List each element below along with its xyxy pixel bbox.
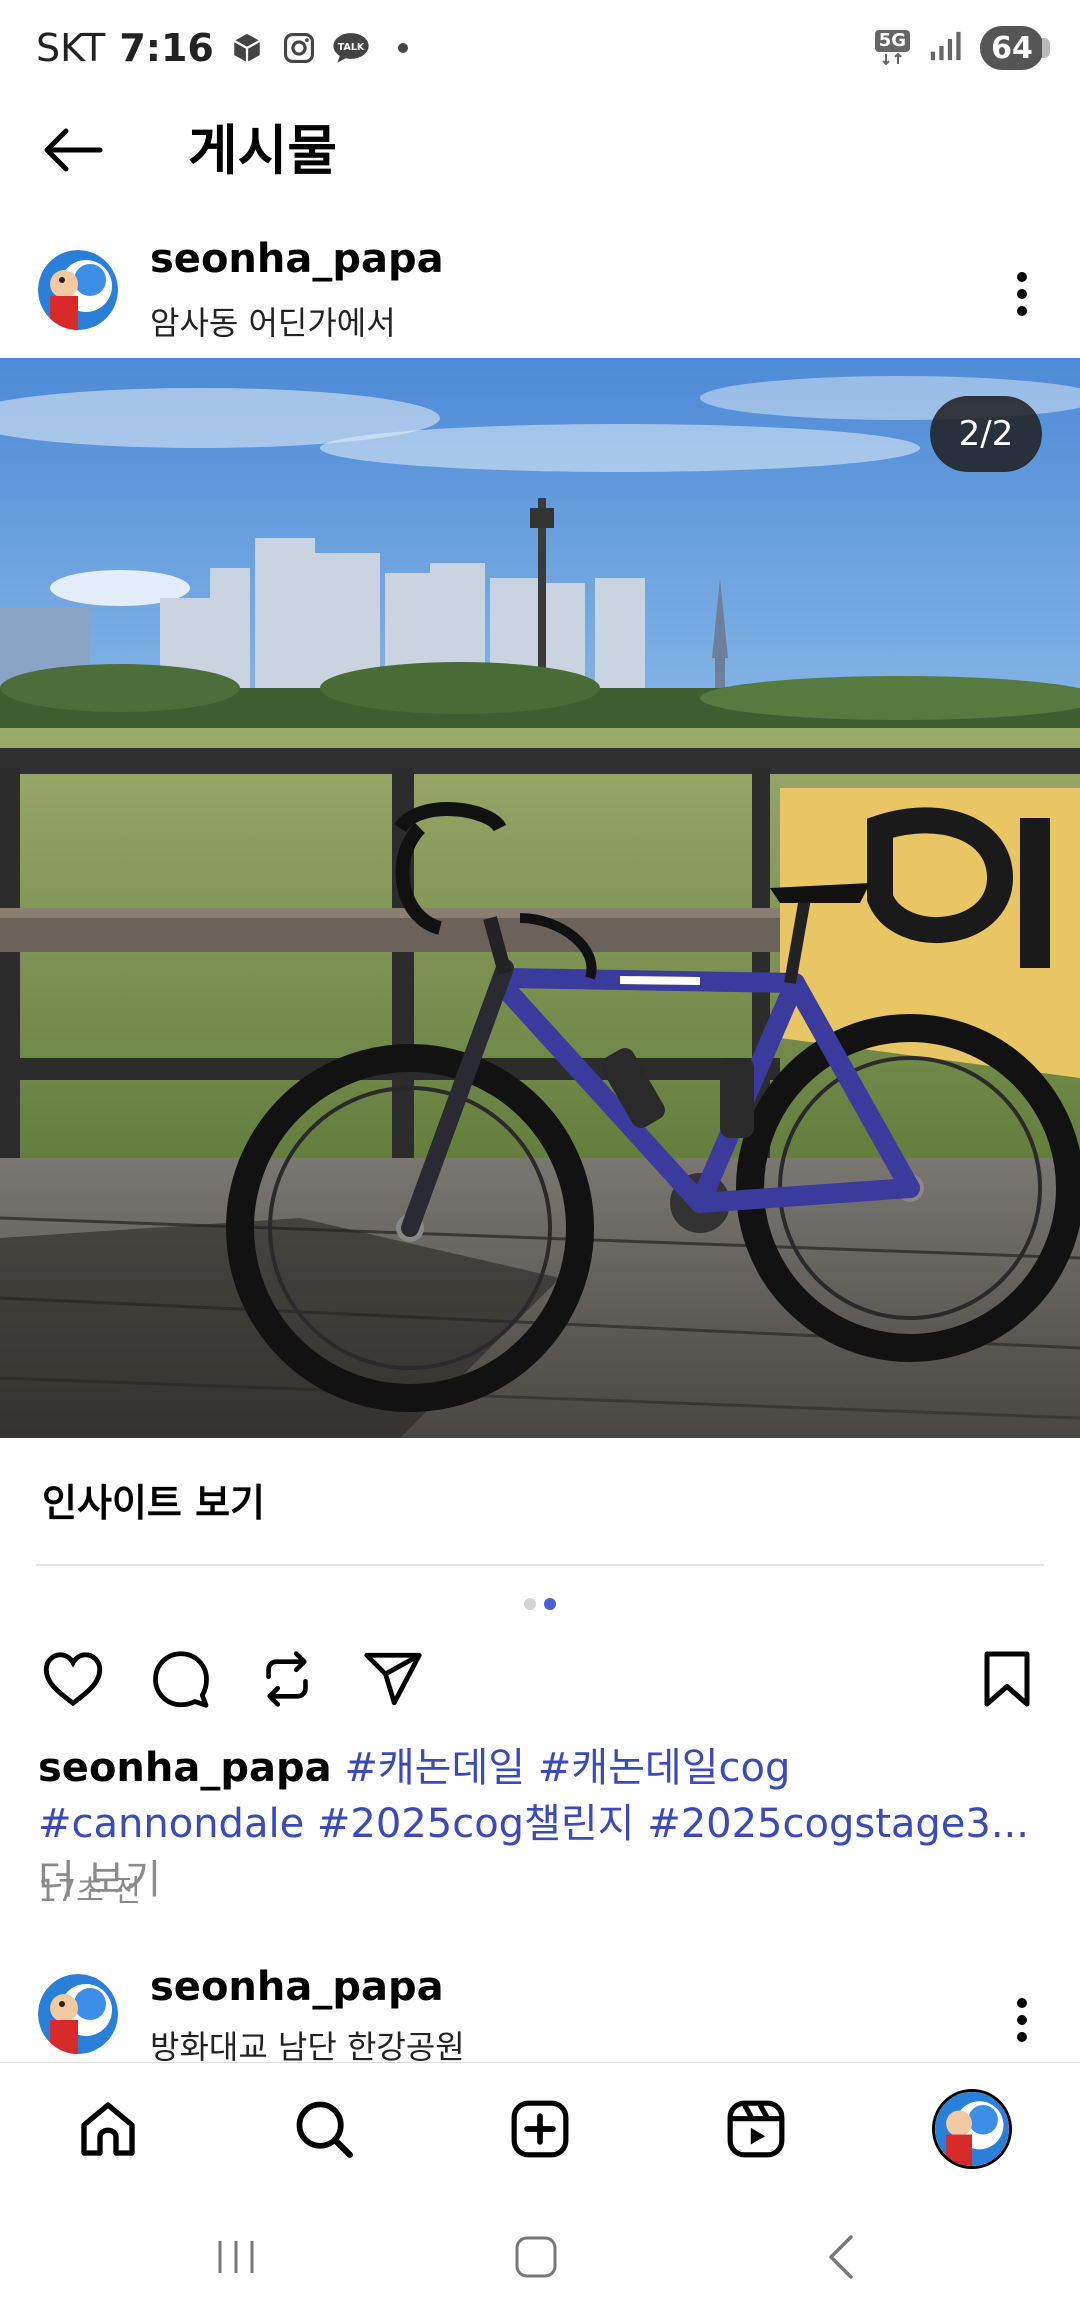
- svg-text:TALK: TALK: [338, 42, 365, 53]
- create-icon: [511, 2100, 569, 2158]
- post-actions: [0, 1640, 1080, 1720]
- back-system-button[interactable]: [800, 2222, 880, 2292]
- more-options-button[interactable]: [1002, 1990, 1042, 2050]
- caption-ellipsis: ...: [990, 1801, 1029, 1847]
- share-icon: [364, 1652, 422, 1706]
- bookmark-button[interactable]: [972, 1644, 1042, 1714]
- avatar[interactable]: [38, 1974, 118, 2054]
- status-left: SKT 7:16 TALK: [36, 26, 408, 70]
- home-square-icon: [515, 2236, 557, 2278]
- hashtag[interactable]: #캐논데일cog: [538, 1745, 791, 1791]
- nav-home[interactable]: [68, 2089, 148, 2169]
- reels-icon: [727, 2100, 785, 2158]
- network-5g-icon: 5G: [874, 30, 910, 66]
- carrier-label: SKT: [36, 26, 106, 70]
- status-right: 5G 64: [874, 26, 1050, 70]
- heart-icon: [43, 1652, 103, 1707]
- hashtag[interactable]: #캐논데일: [344, 1745, 525, 1791]
- avatar[interactable]: [38, 250, 118, 330]
- like-button[interactable]: [38, 1644, 108, 1714]
- signal-icon: [928, 29, 962, 67]
- carousel-indicator: [0, 1598, 1080, 1610]
- more-vertical-icon: [1017, 272, 1027, 316]
- nav-search[interactable]: [284, 2089, 364, 2169]
- clock: 7:16: [119, 26, 214, 70]
- hashtag[interactable]: #2025cogstage3: [647, 1801, 991, 1847]
- repost-button[interactable]: [252, 1644, 322, 1714]
- post-photo[interactable]: 2/2: [0, 358, 1080, 1438]
- carousel-dot: [524, 1598, 536, 1610]
- hashtag[interactable]: #cannondale: [38, 1801, 304, 1847]
- comment-button[interactable]: [146, 1644, 216, 1714]
- bookmark-icon: [984, 1651, 1030, 1707]
- more-vertical-icon: [1017, 1998, 1027, 2042]
- home-system-button[interactable]: [496, 2222, 576, 2292]
- post-username[interactable]: seonha_papa: [150, 236, 444, 282]
- railing: [0, 748, 1080, 774]
- box-app-icon: [228, 29, 266, 67]
- recent-apps-icon: [218, 2241, 254, 2273]
- search-icon: [296, 2101, 353, 2158]
- carousel-dot-active: [544, 1598, 556, 1610]
- instagram-icon: [280, 29, 318, 67]
- page-title: 게시물: [188, 119, 338, 182]
- bottom-nav: [0, 2062, 1080, 2192]
- status-bar: SKT 7:16 TALK 5G 64: [0, 0, 1080, 96]
- image-counter-badge: 2/2: [930, 396, 1042, 472]
- comment-icon: [153, 1651, 209, 1708]
- more-options-button[interactable]: [1002, 264, 1042, 324]
- battery-indicator: 64: [980, 26, 1050, 70]
- notification-dot: [397, 43, 408, 53]
- post-caption: seonha_papa #캐논데일 #캐논데일cog #cannondale #…: [38, 1740, 1058, 1908]
- network-label: 5G: [874, 30, 910, 52]
- post-location[interactable]: 암사동 어딘가에서: [150, 298, 396, 344]
- recent-apps-button[interactable]: [196, 2222, 276, 2292]
- caption-username[interactable]: seonha_papa: [38, 1745, 332, 1791]
- kakaotalk-icon: TALK: [332, 29, 370, 67]
- home-icon: [81, 2102, 135, 2156]
- app-header: 게시물: [0, 96, 1080, 206]
- nav-reels[interactable]: [716, 2089, 796, 2169]
- share-button[interactable]: [358, 1644, 428, 1714]
- post-timestamp: 17초 전: [38, 1874, 141, 1909]
- divider: [36, 1564, 1044, 1566]
- view-insights-link[interactable]: 인사이트 보기: [42, 1472, 265, 1527]
- post-username[interactable]: seonha_papa: [150, 1964, 444, 2010]
- back-button[interactable]: [40, 120, 106, 180]
- nav-create[interactable]: [500, 2089, 580, 2169]
- system-nav-bar: [0, 2192, 1080, 2316]
- chevron-left-icon: [829, 2235, 853, 2279]
- nav-profile-avatar[interactable]: [932, 2089, 1012, 2169]
- post-header: seonha_papa 암사동 어딘가에서: [0, 236, 1080, 358]
- hashtag[interactable]: #2025cog챌린지: [317, 1801, 635, 1847]
- repost-icon: [266, 1651, 308, 1707]
- arrow-left-icon: [44, 128, 103, 172]
